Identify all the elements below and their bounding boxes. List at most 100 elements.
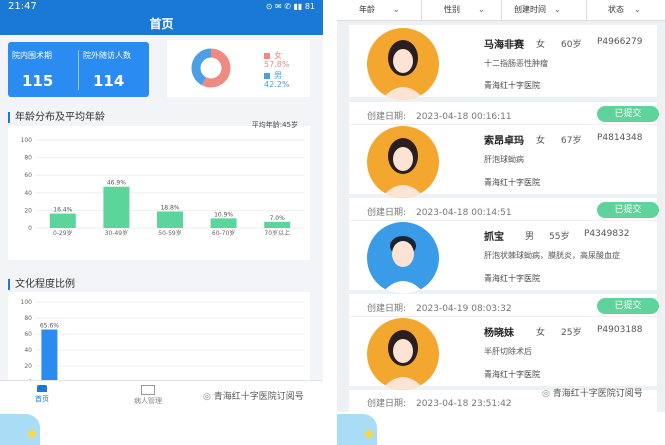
patient-name: 杨晓妹 [484, 328, 514, 339]
bar[interactable] [157, 211, 183, 228]
wechat-icon: ◎ [203, 392, 211, 402]
y-tick-label: 20 [24, 363, 32, 370]
age-section-title: 年龄分布及平均年龄 [8, 112, 105, 123]
patient-card[interactable]: 创建日期: 2023-04-18 00:16:11 已提交 索昂卓玛 女 67岁 … [349, 102, 659, 198]
filter-created[interactable]: 创建时间 ⌄ [501, 0, 561, 20]
divider [349, 124, 657, 125]
chevron-down-icon: ⌄ [554, 5, 561, 14]
filter-sex-label: 性别 [444, 5, 460, 14]
watermark-left: ◎ 青海红十字医院订阅号 [203, 389, 304, 402]
list-icon [141, 385, 155, 395]
patient-list-screen: 年龄 ⌄ 性别 ⌄ 创建时间 ⌄ 状态 ⌄ 马海非赛 女 60岁 P4966279 十二… [337, 0, 665, 412]
created-date: 创建日期: 2023-04-18 00:14:51 [367, 205, 512, 218]
status-badge[interactable]: 已提交 [597, 298, 659, 314]
filter-age[interactable]: 年龄 ⌄ [359, 0, 400, 20]
inpatient-label: 院内围术期 [12, 51, 52, 60]
filter-sex[interactable]: 性别 ⌄ [421, 0, 485, 20]
bar-value-label: 65.6% [40, 323, 59, 330]
bar[interactable] [103, 186, 130, 228]
patient-sex: 女 [536, 136, 546, 146]
patient-name: 索昂卓玛 [484, 136, 524, 147]
avatar [367, 28, 439, 100]
watermark-text: 青海红十字医院订阅号 [552, 389, 643, 399]
created-label: 创建日期: [367, 399, 407, 409]
female-pct: 57.8% [264, 60, 290, 69]
decorative-dot [365, 430, 373, 438]
y-tick-label: 0 [28, 225, 32, 232]
bar[interactable] [264, 221, 291, 228]
created-value: 2023-04-19 08:03:32 [416, 304, 512, 314]
patient-hospital: 青海红十字医院 [484, 274, 540, 283]
chevron-down-icon: ⌄ [393, 5, 400, 14]
bar-value-label: 18.8% [160, 204, 179, 211]
created-date: 创建日期: 2023-04-18 23:51:42 [367, 396, 512, 409]
edu-section-title: 文化程度比例 [8, 279, 75, 290]
female-avatar-icon [381, 40, 425, 100]
created-date: 创建日期: 2023-04-18 00:16:11 [367, 109, 512, 122]
status-bar: 21:47 ⊙ ✉ ✆ ▮▮ 81 [0, 0, 323, 13]
patient-age: 25岁 [561, 328, 582, 338]
created-value: 2023-04-18 00:14:51 [416, 208, 512, 218]
bar[interactable] [41, 329, 58, 382]
patient-name: 抓宝 [484, 232, 504, 243]
y-tick-label: 60 [24, 172, 32, 179]
female-label: 女 [274, 51, 282, 60]
edu-bar-chart: 10080604020065.6% [21, 299, 304, 382]
status-badge[interactable]: 已提交 [597, 106, 659, 122]
bar[interactable] [210, 218, 237, 228]
female-swatch [264, 52, 270, 59]
nav-home-label: 首页 [35, 395, 49, 403]
patient-hospital: 青海红十字医院 [484, 81, 540, 90]
status-badge[interactable]: 已提交 [597, 202, 659, 218]
bottom-nav: 首页 病人管理 ◎ 青海红十字医院订阅号 [0, 380, 323, 412]
gender-card: 女 57.8% 男 42.2% [167, 40, 310, 97]
patient-sex: 男 [525, 232, 535, 242]
y-tick-label: 40 [24, 190, 32, 197]
outpatient-stat[interactable]: 院外随访人数 114 [79, 42, 149, 97]
patient-card[interactable]: 创建日期: 2023-04-19 08:03:32 已提交 杨晓妹 女 25岁 P… [349, 294, 659, 390]
chevron-down-icon: ⌄ [478, 5, 485, 14]
divider [349, 220, 657, 221]
inpatient-stat[interactable]: 院内围术期 115 [8, 42, 78, 97]
patient-diagnosis: 十二指肠恶性肿瘤 [484, 59, 548, 68]
outpatient-label: 院外随访人数 [83, 51, 131, 60]
filter-created-label: 创建时间 [514, 5, 546, 14]
filter-status[interactable]: 状态 ⌄ [586, 0, 641, 20]
created-label: 创建日期: [367, 208, 407, 218]
x-tick-label: 50-59岁 [158, 229, 181, 237]
stats-card[interactable]: 院内围术期 115 院外随访人数 114 [8, 42, 149, 97]
y-tick-label: 100 [21, 137, 33, 144]
filter-status-label: 状态 [608, 5, 624, 14]
watermark-right: ◎ 青海红十字医院订阅号 [542, 386, 643, 399]
bar[interactable] [49, 213, 76, 228]
patient-card[interactable]: 马海非赛 女 60岁 P4966279 十二指肠恶性肿瘤 青海红十字医院 [349, 25, 657, 100]
decorative-corner [337, 414, 377, 445]
patient-age: 55岁 [549, 232, 570, 242]
y-tick-label: 20 [24, 207, 32, 214]
decorative-dot [28, 430, 36, 438]
x-tick-label: 60-70岁 [212, 229, 235, 237]
avatar [367, 126, 439, 198]
created-label: 创建日期: [367, 304, 407, 314]
patient-id: P4814348 [597, 133, 643, 143]
male-label: 男 [274, 71, 282, 80]
bar-value-label: 10.9% [214, 211, 233, 218]
home-screen: 21:47 ⊙ ✉ ✆ ▮▮ 81 首页 院内围术期 115 院外随访人数 11… [0, 0, 323, 412]
bar-value-label: 16.4% [53, 207, 72, 214]
y-tick-label: 80 [24, 315, 32, 322]
patient-card[interactable]: 创建日期: 2023-04-18 00:14:51 已提交 抓宝 男 55岁 P4… [349, 198, 659, 294]
inpatient-value: 115 [22, 72, 54, 90]
status-time: 21:47 [8, 1, 37, 12]
outpatient-value: 114 [93, 72, 125, 90]
filter-age-label: 年龄 [359, 5, 375, 14]
nav-patients[interactable]: 病人管理 [128, 385, 168, 406]
nav-home[interactable]: 首页 [22, 385, 62, 404]
patient-diagnosis: 半肝切除术后 [484, 347, 532, 356]
patient-id: P4903188 [597, 325, 643, 335]
age-chart-card: 平均年龄:45岁 100 80 60 40 20 0 16.4% 0-29岁 46.9% 30-4… [8, 121, 310, 260]
decorative-corner [0, 414, 40, 445]
chevron-down-icon: ⌄ [634, 5, 641, 14]
patient-diagnosis: 肝泡球蚴病 [484, 155, 524, 164]
status-icons: ⊙ ✉ ✆ ▮▮ 81 [265, 2, 315, 11]
edu-chart-card: 10080604020065.6% [8, 292, 310, 382]
